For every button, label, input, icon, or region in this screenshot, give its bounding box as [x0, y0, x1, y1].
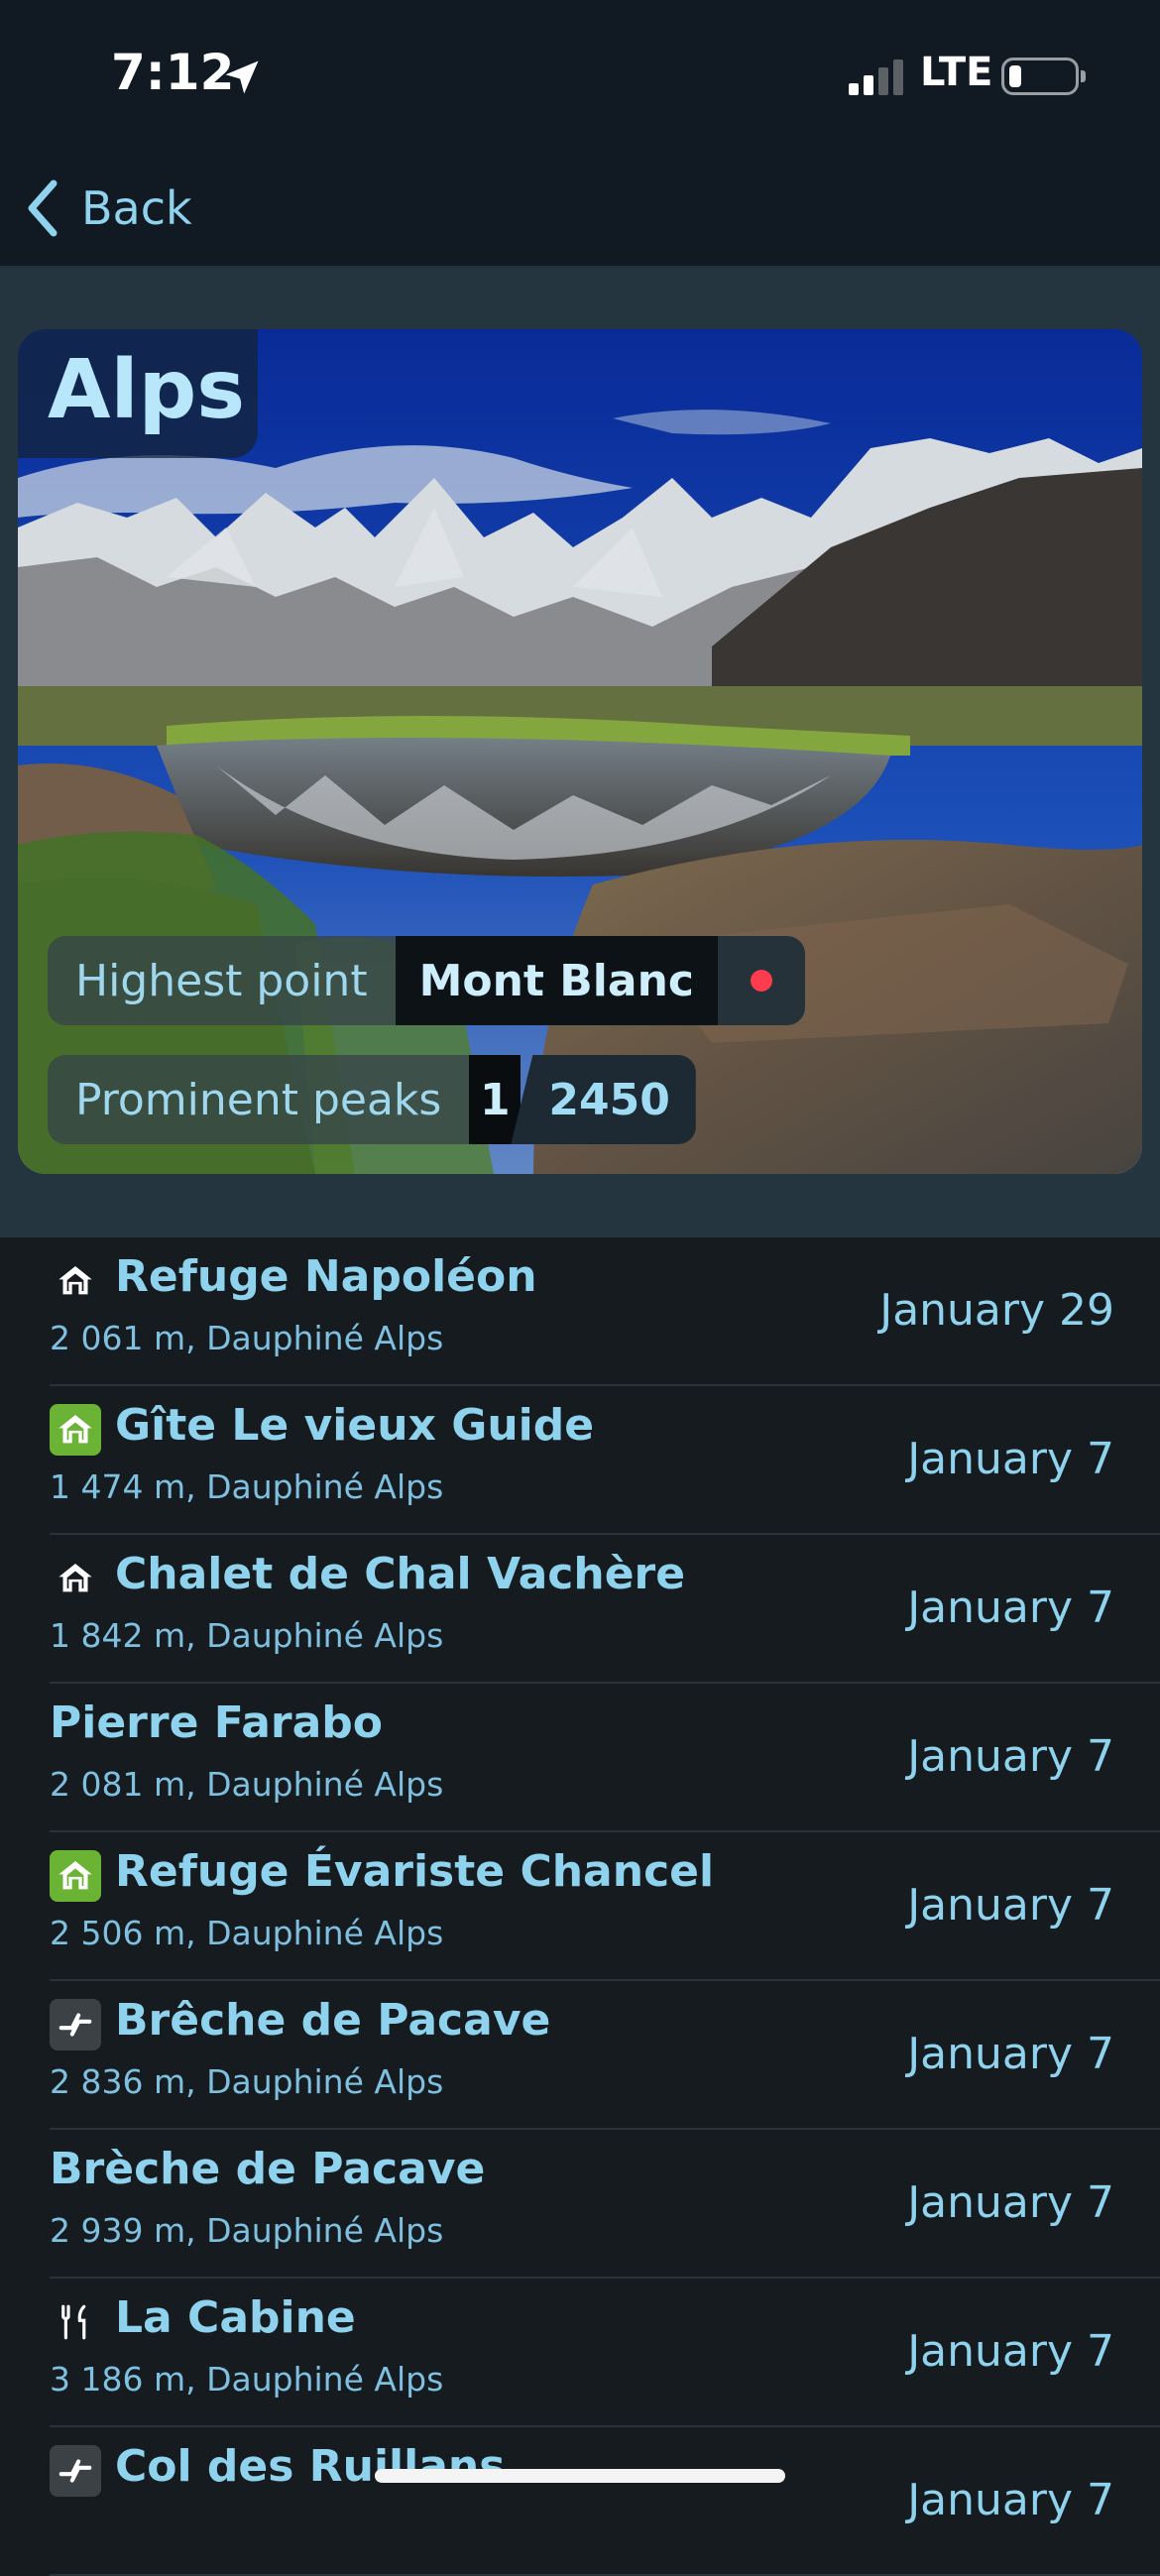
hut-name: Brêche de Pacave: [115, 1995, 551, 2046]
prominent-peaks-label: Prominent peaks: [48, 1055, 470, 1144]
hut-name: Refuge Napoléon: [115, 1251, 537, 1302]
house-icon: [50, 1255, 101, 1307]
hut-name: Col des Ruillans: [115, 2441, 506, 2492]
hut-details: 2 506 m, Dauphiné Alps: [50, 1914, 444, 1952]
highest-point-marker: [717, 936, 805, 1025]
hut-name: La Cabine: [115, 2292, 356, 2343]
house-icon: [50, 1404, 101, 1456]
hut-name: Brèche de Pacave: [50, 2144, 486, 2194]
hut-details: 2 836 m, Dauphiné Alps: [50, 2062, 444, 2101]
hut-list: Refuge Napoléon 2 061 m, Dauphiné Alps Jan…: [0, 1237, 1160, 2576]
hut-date: January 7: [907, 1434, 1114, 1484]
highest-point-pill[interactable]: Highest point Mont Blanc: [48, 936, 805, 1025]
location-arrow-icon: [225, 60, 259, 94]
hut-name: Chalet de Chal Vachère: [115, 1549, 686, 1599]
hut-name: Refuge Évariste Chancel: [115, 1846, 715, 1897]
home-indicator[interactable]: [375, 2469, 785, 2483]
hut-details: 1 842 m, Dauphiné Alps: [50, 1616, 444, 1655]
hut-date: January 7: [907, 2475, 1114, 2525]
hut-list-item[interactable]: Refuge Napoléon 2 061 m, Dauphiné Alps Jan…: [50, 1237, 1160, 1386]
hut-list-item[interactable]: Gîte Le vieux Guide 1 474 m, Dauphiné Alp…: [50, 1386, 1160, 1535]
hut-details: 1 474 m, Dauphiné Alps: [50, 1467, 444, 1506]
status-time: 7:12: [111, 44, 235, 101]
hut-details: 2 061 m, Dauphiné Alps: [50, 1319, 444, 1357]
hut-name: Pierre Farabo: [50, 1698, 384, 1748]
house-icon: [50, 1850, 101, 1902]
hut-list-item[interactable]: Brêche de Pacave 2 836 m, Dauphiné Alps Ja…: [50, 1981, 1160, 2130]
hut-list-item[interactable]: Pierre Farabo 2 081 m, Dauphiné Alps Janua…: [50, 1684, 1160, 1832]
hut-date: January 29: [879, 1285, 1114, 1336]
house-icon: [50, 1553, 101, 1604]
cellular-signal-icon: [849, 59, 903, 95]
prominent-peaks-total: 2450: [511, 1055, 696, 1144]
hut-details: 2 939 m, Dauphiné Alps: [50, 2211, 444, 2250]
region-hero-image: Alps Highest point Mont Blanc Prominent …: [18, 329, 1142, 1174]
hut-list-item[interactable]: Brèche de Pacave 2 939 m, Dauphiné Alps Ja…: [50, 2130, 1160, 2279]
region-title: Alps: [48, 343, 246, 437]
hut-date: January 7: [907, 1880, 1114, 1931]
hut-date: January 7: [907, 2029, 1114, 2079]
hut-list-item[interactable]: Chalet de Chal Vachère 1 842 m, Dauphiné …: [50, 1535, 1160, 1684]
fork-knife-icon: [50, 2296, 101, 2348]
back-button[interactable]: Back: [26, 171, 192, 246]
hut-date: January 7: [907, 2177, 1114, 2228]
highest-point-label: Highest point: [48, 936, 396, 1025]
back-label: Back: [81, 181, 192, 235]
prominent-peaks-rank: 1: [469, 1055, 522, 1144]
hut-details: 2 081 m, Dauphiné Alps: [50, 1765, 444, 1804]
hut-name: Gîte Le vieux Guide: [115, 1400, 595, 1451]
chevron-left-icon: [28, 179, 58, 237]
highest-point-value: Mont Blanc: [395, 936, 718, 1025]
red-dot-icon: [750, 970, 772, 992]
hut-details: 3 186 m, Dauphiné Alps: [50, 2360, 444, 2399]
pass-icon: [50, 1999, 101, 2050]
region-title-container: Alps: [18, 329, 258, 458]
pass-icon: [50, 2445, 101, 2497]
battery-icon: [1001, 58, 1086, 95]
hut-list-item[interactable]: Col des Ruillans January 7: [50, 2427, 1160, 2576]
region-header: Alps Highest point Mont Blanc Prominent …: [0, 268, 1160, 1237]
hut-list-item[interactable]: La Cabine 3 186 m, Dauphiné Alps January 7: [50, 2279, 1160, 2427]
navigation-bar: Back: [0, 149, 1160, 268]
prominent-peaks-pill[interactable]: Prominent peaks 1 2450: [48, 1055, 696, 1144]
hut-date: January 7: [907, 2326, 1114, 2377]
hut-date: January 7: [907, 1731, 1114, 1782]
hut-list-item[interactable]: Refuge Évariste Chancel 2 506 m, Dauphiné…: [50, 1832, 1160, 1981]
network-type: LTE: [920, 50, 993, 95]
hut-date: January 7: [907, 1582, 1114, 1633]
status-bar: 7:12 LTE: [0, 0, 1160, 149]
